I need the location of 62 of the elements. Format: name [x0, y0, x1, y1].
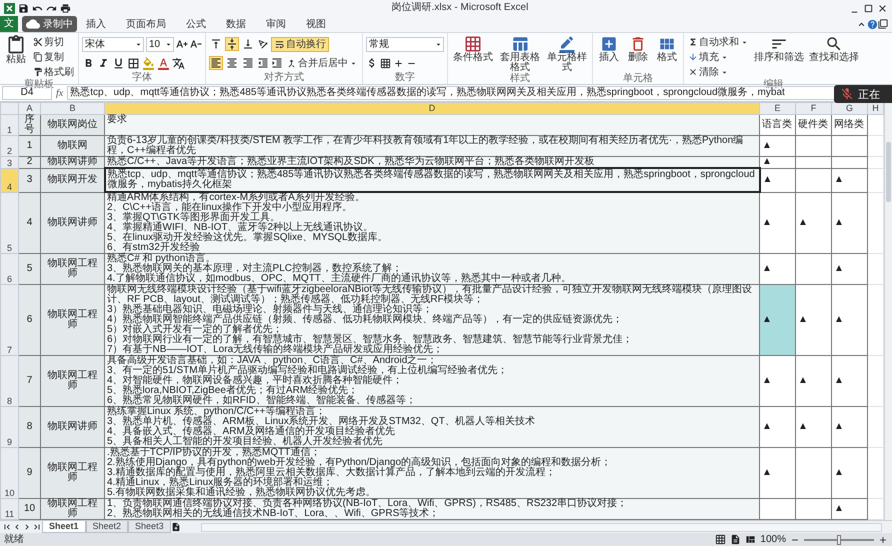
- table-cell: 物联网讲师: [40, 156, 104, 168]
- table-cell: 物联网工程师: [40, 448, 104, 498]
- requirement-cell: 1、负责物联网通信终端协议对接、负责各种网络协议(NB-IoT、Lora、Wifi、GPRS)，RS485、RS232串口协议对接； 2、熟悉物联网相关的无线通信技术NB-IoT、Lora、、Wifi、GPRS等技术；: [104, 498, 760, 520]
- table-cell: 9: [18, 448, 40, 498]
- group-label: 对齐方式: [264, 72, 304, 83]
- table-cell: 5: [18, 254, 40, 284]
- table-cell: 物联网开发: [40, 168, 104, 192]
- overlay-label: 正在: [858, 88, 880, 102]
- group-label: 字体: [132, 72, 152, 83]
- group-label: 数字: [395, 72, 415, 83]
- table-cell: 10: [18, 498, 40, 520]
- group-label: 样式: [510, 73, 530, 84]
- table-cell: ▲: [796, 192, 832, 254]
- table-cell: ▲: [832, 498, 868, 520]
- requirement-cell: 熟悉tcp、udp、mqtt等通信协议；熟悉485等通讯协议熟悉各类终端传感器数据的读写，熟悉物联网网关及相关应用，熟悉springboot，sprongcloud微服务，mybatis持久化框架: [104, 168, 760, 192]
- table-cell: 语言类: [760, 114, 796, 136]
- table-cell: ▲: [832, 254, 868, 284]
- requirement-cell: 具备高级开发语言基础，如：JAVA 、python、C语言、C#、Android之一； 3、有一定的51/STM单片机产品驱动编写经验和电路调试经验，有上位机编写经验者优先； 4、对智能硬件，物联网设备感兴趣，平时喜欢折腾各种智能硬件； 5、熟悉lora,NBIOT,ZigBee者优先；有过ARM经验优先； 6、熟悉常见物联网硬件，如RFID、智能终端、智能装备、传感器等；: [104, 356, 760, 406]
- table-cell: ▲: [832, 356, 868, 406]
- table-cell: 8: [18, 406, 40, 448]
- table-cell: 网络类: [832, 114, 868, 136]
- table-cell: 物联网: [40, 136, 104, 156]
- table-cell: 物联网讲师: [40, 406, 104, 448]
- table-cell: 物联网讲师: [40, 192, 104, 254]
- table-cell: ▲: [832, 168, 868, 192]
- table-cell: 3: [18, 168, 40, 192]
- requirement-cell: 熟练掌握Linux 系统、python/C/C++等编程语言； 3、熟悉单片机、传感器、ARM板、Linux系统开发、网络开发及STM32、QT、机器人等相关技术 4、具备嵌入式、传感器、ARM及网络通信的开发项目经验者优先 5、具备相关人工智能的开发项目经验、机器人开发经验者优先: [104, 406, 760, 448]
- table-cell: ▲: [760, 448, 796, 498]
- table-cell: ▲: [760, 192, 796, 254]
- group-label: 单元格: [623, 73, 653, 84]
- table-cell: ▲: [796, 356, 832, 406]
- window-title: 岗位调研.xlsx - Microsoft Excel: [390, 2, 530, 14]
- table-cell: ▲: [760, 356, 796, 406]
- table-cell: ▲: [760, 284, 796, 356]
- table-cell: ▲: [796, 406, 832, 448]
- status-text: 就绪: [4, 534, 25, 546]
- requirement-cell: .熟悉基于TCP/IP协议的开发，熟悉MQTT通信； 2.熟练使用Django，具有python的web开发经验，有Python/Django的高级知识，包括面向对象的编程和数据分析； 3.精通数据库的配置与使用，熟悉阿里云相关数据库、大数据计算产品，了解本地到云端的开发流程； 4.精通Linux，熟悉Linux服务器的环境部署和运维； 5.有物联网数据采集和通讯经验，熟悉物联网协议优先考虑。: [104, 448, 760, 498]
- table-cell: 4: [18, 192, 40, 254]
- table-cell: ▲: [832, 284, 868, 356]
- requirement-cell: 熟悉C# 和 python语言。 3、熟悉物联网关的基本原理，对主流PLC控制器，数控系统了解； 4.了解物联通信协议，如modbus、OPC、MQTT、主流硬件厂商的通讯协议等，熟悉其中一种或者几种。: [104, 254, 760, 284]
- table-cell: ▲: [832, 406, 868, 448]
- requirement-cell: 物联网无线终端模块设计经验（基于wifi蓝牙zigbeeloraNBiot等无线传输协议），有批量产品设计经验，可独立开发物联网无线终端模块（原理图设计、RF PCB、layout、测试调试等）；熟悉传感器、低功耗控制器、无线RF模块等； 3）熟悉基础电器知识、电磁场理论、射频器件与天线、通信理论知识等； 4）熟悉物联网智能终端产品供应链（射频、传感器、低功耗物联网模块、终端产品等），有一定的供应链资源优先； 5）对嵌入式开发有一定的了解者优先； 6）对物联网行业有一定的了解，有智慧城市、智慧景区、智慧水务、智慧政务、智慧建筑、智慧节能等行业背景尤佳； 7）有基于NB——IOT、Lora无线传输的终端模块产品研发或应用经验优先；: [104, 284, 760, 356]
- table-cell: ▲: [760, 406, 796, 448]
- table-cell: ▲: [832, 448, 868, 498]
- table-cell: ▲: [760, 136, 796, 156]
- table-cell: 1: [18, 136, 40, 156]
- table-cell: 序号: [18, 114, 40, 136]
- table-cell: ▲: [832, 192, 868, 254]
- table-cell: 6: [18, 284, 40, 356]
- table-cell: ▲: [760, 254, 796, 284]
- table-cell: 物联网工程师: [40, 498, 104, 520]
- table-cell: 硬件类: [796, 114, 832, 136]
- table-cell: ▲: [796, 284, 832, 356]
- table-cell: 物联网岗位: [40, 114, 104, 136]
- table-cell: 物联网工程师: [40, 356, 104, 406]
- recording-label: 录制中: [43, 18, 73, 31]
- table-cell: 物联网工程师: [40, 254, 104, 284]
- requirement-cell: 负责6-13岁儿童的创课类/科技类/STEM 教学工作，在青少年科技教育领域有1年以上的教学经验，或在校期间有相关经历者优先·，熟悉Python编程，C++编程者优先: [104, 136, 760, 156]
- table-cell: ▲: [760, 168, 796, 192]
- requirement-cell: 要求: [104, 114, 760, 136]
- table-cell: 物联网工程师: [40, 284, 104, 356]
- table-cell: 7: [18, 356, 40, 406]
